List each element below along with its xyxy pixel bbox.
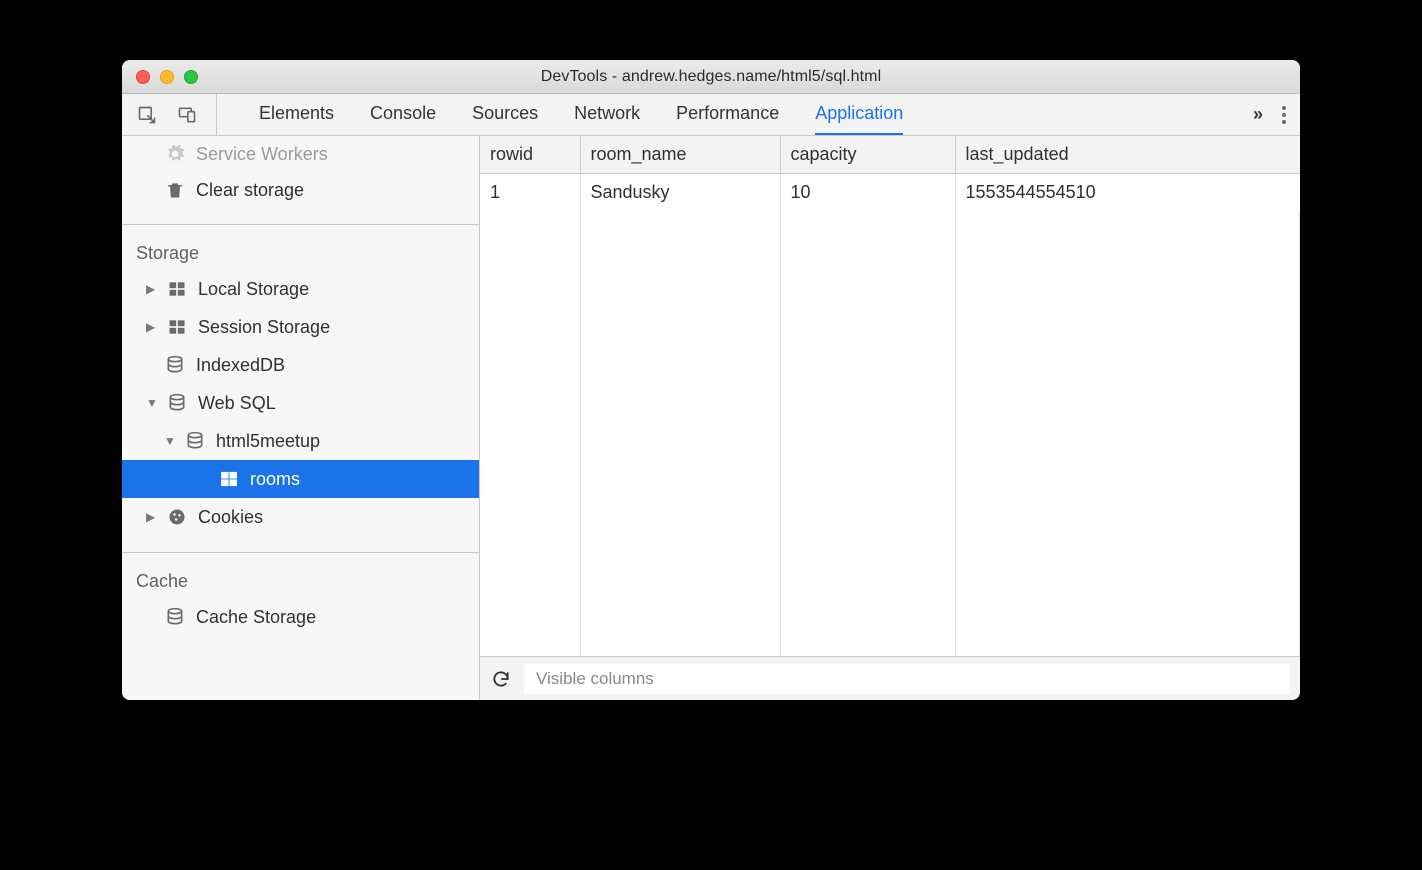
device-toggle-icon[interactable] <box>176 104 198 126</box>
sidebar-item-websql-table-rooms[interactable]: rooms <box>122 460 479 498</box>
col-last-updated[interactable]: last_updated <box>955 136 1300 174</box>
sidebar-item-session-storage[interactable]: ▶ Session Storage <box>122 308 479 346</box>
minimize-window-button[interactable] <box>160 70 174 84</box>
more-tabs-icon[interactable]: » <box>1253 104 1260 125</box>
tab-network[interactable]: Network <box>574 94 640 135</box>
table-icon <box>166 278 188 300</box>
sidebar-item-websql[interactable]: ▼ Web SQL <box>122 384 479 422</box>
visible-columns-input[interactable]: Visible columns <box>524 664 1290 694</box>
data-table: rowid room_name capacity last_updated 1 … <box>480 136 1300 656</box>
database-icon <box>184 430 206 452</box>
table-icon <box>166 316 188 338</box>
collapse-icon: ▼ <box>164 434 174 448</box>
sidebar-item-cookies[interactable]: ▶ Cookies <box>122 498 479 536</box>
col-capacity[interactable]: capacity <box>780 136 955 174</box>
tab-application[interactable]: Application <box>815 94 903 135</box>
cell-rowid: 1 <box>480 174 580 212</box>
col-room-name[interactable]: room_name <box>580 136 780 174</box>
tab-console[interactable]: Console <box>370 94 436 135</box>
storage-section-header: Storage <box>122 225 479 270</box>
inspect-icon[interactable] <box>136 104 158 126</box>
cell-room-name: Sandusky <box>580 174 780 212</box>
expand-icon: ▶ <box>146 510 156 524</box>
sidebar-item-clear-storage[interactable]: Clear storage <box>122 172 479 208</box>
col-rowid[interactable]: rowid <box>480 136 580 174</box>
sidebar-item-websql-db[interactable]: ▼ html5meetup <box>122 422 479 460</box>
traffic-lights <box>136 70 198 84</box>
toolbar: Elements Console Sources Network Perform… <box>122 94 1300 136</box>
sidebar-item-service-workers[interactable]: Service Workers <box>122 136 479 172</box>
sidebar-item-indexeddb[interactable]: IndexedDB <box>122 346 479 384</box>
table-filler <box>480 211 1300 656</box>
gear-icon <box>164 143 186 165</box>
sidebar-item-local-storage[interactable]: ▶ Local Storage <box>122 270 479 308</box>
window-title: DevTools - andrew.hedges.name/html5/sql.… <box>122 68 1300 86</box>
close-window-button[interactable] <box>136 70 150 84</box>
collapse-icon: ▼ <box>146 396 156 410</box>
main-panel: rowid room_name capacity last_updated 1 … <box>480 136 1300 700</box>
table-icon <box>218 468 240 490</box>
database-icon <box>164 606 186 628</box>
expand-icon: ▶ <box>146 282 156 296</box>
trash-icon <box>164 179 186 201</box>
content: Service Workers Clear storage Storage ▶ … <box>122 136 1300 700</box>
database-icon <box>166 392 188 414</box>
cache-section-header: Cache <box>122 553 479 598</box>
sidebar: Service Workers Clear storage Storage ▶ … <box>122 136 480 700</box>
cookie-icon <box>166 506 188 528</box>
cell-capacity: 10 <box>780 174 955 212</box>
devtools-window: DevTools - andrew.hedges.name/html5/sql.… <box>122 60 1300 700</box>
zoom-window-button[interactable] <box>184 70 198 84</box>
sidebar-item-cache-storage[interactable]: Cache Storage <box>122 598 479 636</box>
data-table-wrap: rowid room_name capacity last_updated 1 … <box>480 136 1300 656</box>
menu-icon[interactable] <box>1282 106 1286 124</box>
bottom-bar: Visible columns <box>480 656 1300 700</box>
expand-icon: ▶ <box>146 320 156 334</box>
table-header-row: rowid room_name capacity last_updated <box>480 136 1300 174</box>
cell-last-updated: 1553544554510 <box>955 174 1300 212</box>
table-row[interactable]: 1 Sandusky 10 1553544554510 <box>480 174 1300 212</box>
titlebar: DevTools - andrew.hedges.name/html5/sql.… <box>122 60 1300 94</box>
visible-columns-placeholder: Visible columns <box>536 669 654 689</box>
tab-sources[interactable]: Sources <box>472 94 538 135</box>
tab-elements[interactable]: Elements <box>259 94 334 135</box>
tab-performance[interactable]: Performance <box>676 94 779 135</box>
refresh-icon[interactable] <box>490 668 512 690</box>
database-icon <box>164 354 186 376</box>
